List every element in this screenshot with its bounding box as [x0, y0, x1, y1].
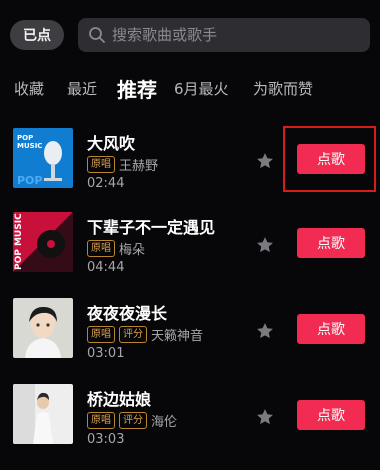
- order-song-button[interactable]: 点歌: [297, 228, 365, 258]
- tab-praise-songs[interactable]: 为歌而赞: [253, 78, 313, 99]
- search-input[interactable]: [112, 26, 370, 44]
- song-cover: [13, 298, 73, 358]
- search-icon: [89, 27, 105, 43]
- original-tag: 原唱: [87, 239, 115, 257]
- song-meta: 原唱 评分 天籁神音: [87, 325, 204, 344]
- song-title: 桥边姑娘: [87, 390, 152, 409]
- song-duration: 02:44: [87, 176, 125, 191]
- favorite-star-icon[interactable]: [255, 321, 275, 341]
- rating-tag: 评分: [119, 411, 147, 429]
- song-row[interactable]: 夜夜夜漫长 原唱 评分 天籁神音 03:01 点歌: [0, 298, 380, 384]
- tab-june-hottest[interactable]: 6月最火: [174, 78, 229, 99]
- song-artist: 梅朵: [119, 242, 146, 258]
- tab-favorites[interactable]: 收藏: [14, 78, 44, 99]
- song-artist: 天籁神音: [151, 328, 204, 344]
- song-cover: POP MUSIC POP: [13, 128, 73, 188]
- category-tabs: 收藏 最近 推荐 6月最火 为歌而赞: [0, 72, 380, 102]
- svg-text:POP MUSIC: POP MUSIC: [14, 213, 24, 270]
- svg-text:MUSIC: MUSIC: [17, 142, 42, 150]
- original-tag: 原唱: [87, 325, 115, 343]
- song-meta: 原唱 梅朵: [87, 239, 146, 258]
- order-song-button[interactable]: 点歌: [297, 400, 365, 430]
- original-tag: 原唱: [87, 155, 115, 173]
- song-meta: 原唱 评分 海伦: [87, 411, 178, 430]
- favorite-star-icon[interactable]: [255, 151, 275, 171]
- favorite-star-icon[interactable]: [255, 407, 275, 427]
- song-duration: 03:01: [87, 346, 125, 361]
- search-bar[interactable]: [78, 18, 370, 52]
- favorite-star-icon[interactable]: [255, 235, 275, 255]
- song-title: 下辈子不一定遇见: [87, 218, 216, 237]
- song-title: 大风吹: [87, 134, 136, 153]
- tab-recommended[interactable]: 推荐: [117, 74, 157, 103]
- original-tag: 原唱: [87, 411, 115, 429]
- tab-recent[interactable]: 最近: [67, 78, 97, 99]
- song-meta: 原唱 王赫野: [87, 155, 159, 174]
- played-songs-button[interactable]: 已点: [10, 20, 64, 50]
- song-cover: [13, 384, 73, 444]
- song-title: 夜夜夜漫长: [87, 304, 168, 323]
- order-song-button[interactable]: 点歌: [297, 314, 365, 344]
- song-artist: 王赫野: [119, 158, 159, 174]
- song-cover: POP MUSIC: [13, 212, 73, 272]
- svg-text:POP: POP: [17, 174, 42, 187]
- order-song-button[interactable]: 点歌: [297, 144, 365, 174]
- song-duration: 04:44: [87, 260, 125, 275]
- rating-tag: 评分: [119, 325, 147, 343]
- song-row[interactable]: POP MUSIC 下辈子不一定遇见 原唱 梅朵 04:44 点歌: [0, 212, 380, 298]
- song-row[interactable]: 桥边姑娘 原唱 评分 海伦 03:03 点歌: [0, 384, 380, 470]
- song-duration: 03:03: [87, 432, 125, 447]
- song-artist: 海伦: [151, 414, 178, 430]
- top-bar: 已点: [0, 0, 380, 70]
- song-row[interactable]: POP MUSIC POP 大风吹 原唱 王赫野 02:44 点歌: [0, 128, 380, 214]
- svg-text:POP: POP: [17, 134, 33, 142]
